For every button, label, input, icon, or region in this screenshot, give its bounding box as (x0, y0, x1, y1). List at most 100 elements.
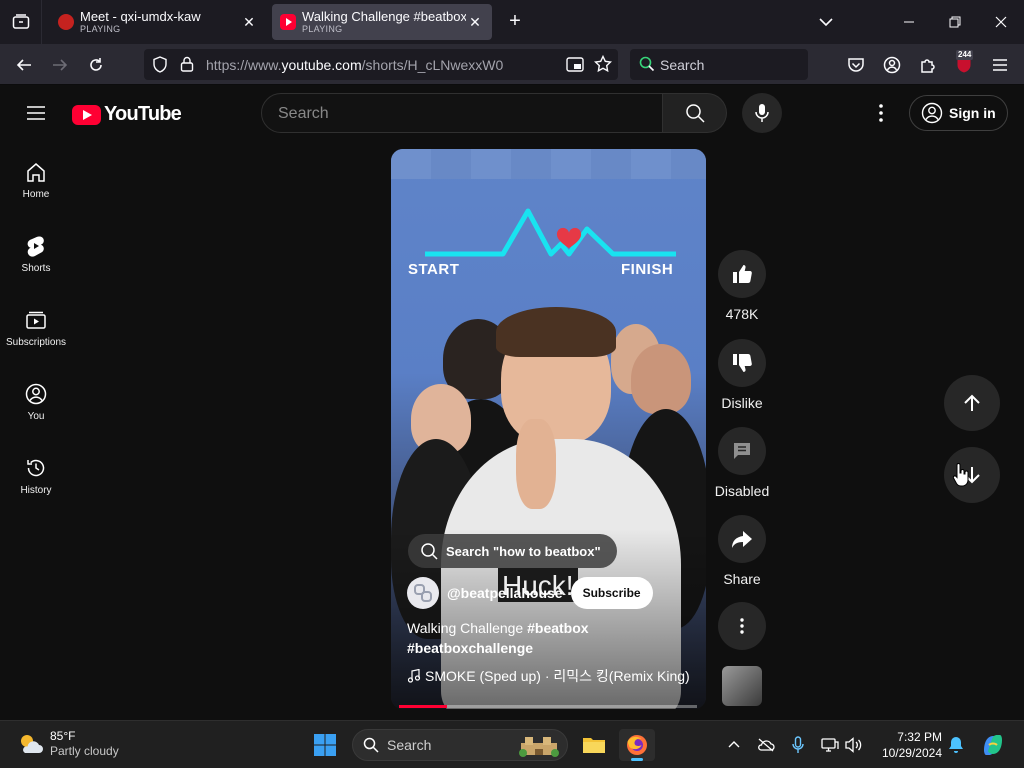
forward-arrow-icon (53, 59, 68, 71)
ceiling-background (391, 149, 706, 179)
you-icon (25, 383, 47, 405)
system-clock[interactable]: 7:32 PM 10/29/2024 (876, 729, 942, 761)
list-all-tabs-icon[interactable] (816, 12, 836, 32)
video-progress-bar[interactable] (399, 705, 697, 708)
sidebar-item-shorts[interactable]: Shorts (0, 215, 72, 289)
bookmark-star-icon[interactable] (594, 55, 612, 73)
copilot-button[interactable] (980, 732, 1006, 758)
share-arrow-icon (732, 531, 752, 548)
back-button[interactable] (11, 52, 37, 78)
show-hidden-icons-button[interactable] (724, 735, 744, 755)
search-icon (421, 543, 438, 560)
share-label: Share (723, 571, 761, 587)
speaker-icon (58, 14, 74, 30)
hashtag-link[interactable]: #beatboxchallenge (407, 640, 533, 656)
like-button[interactable] (718, 250, 766, 298)
taskbar-search-box[interactable]: Search (352, 729, 568, 761)
restore-icon[interactable] (932, 0, 978, 44)
youtube-search-button[interactable] (663, 93, 727, 133)
network-button[interactable] (820, 735, 840, 755)
url-domain: youtube.com (281, 57, 362, 73)
youtube-play-logo-icon (72, 104, 101, 125)
history-icon (27, 459, 45, 477)
close-window-icon[interactable] (978, 0, 1024, 44)
subscribe-button[interactable]: Subscribe (570, 577, 653, 609)
hamburger-menu-icon (27, 106, 45, 120)
youtube-logo[interactable]: YouTube (72, 103, 182, 126)
account-icon (883, 56, 901, 74)
short-video-player[interactable]: START FINISH Huck! Search "how to beatbo… (391, 149, 706, 709)
channel-handle[interactable]: @beatpellahouse (447, 585, 563, 601)
music-note-icon (407, 669, 421, 683)
chevron-up-icon (728, 741, 740, 748)
volume-button[interactable] (844, 735, 864, 755)
sidebar-item-subscriptions[interactable]: Subscriptions (0, 289, 72, 363)
search-icon (685, 104, 705, 123)
settings-more-button[interactable] (866, 98, 896, 128)
clock-date: 10/29/2024 (881, 746, 942, 760)
notifications-button[interactable] (946, 735, 966, 755)
tab-status: PLAYING (302, 24, 343, 34)
shorts-icon (27, 236, 44, 257)
search-highlight-castle-icon (519, 737, 559, 757)
sound-thumbnail[interactable] (722, 666, 762, 706)
tab-overview-button[interactable] (0, 0, 42, 44)
taskbar-file-explorer[interactable] (576, 729, 612, 761)
start-button[interactable] (313, 733, 337, 757)
previous-short-button[interactable] (944, 375, 1000, 431)
close-tab-icon[interactable]: ✕ (240, 14, 258, 31)
youtube-mini-guide: Home Shorts Subscriptions You History (0, 141, 72, 719)
share-button[interactable] (718, 515, 766, 563)
forward-button[interactable] (47, 52, 73, 78)
picture-in-picture-icon[interactable] (566, 56, 584, 73)
clock-time: 7:32 PM (897, 730, 942, 744)
sidebar-item-you[interactable]: You (0, 363, 72, 437)
sidebar-item-history[interactable]: History (0, 437, 72, 511)
google-search-icon (639, 56, 655, 72)
video-title[interactable]: Walking Challenge #beatbox #beatboxchalle… (407, 618, 687, 658)
youtube-wordmark: YouTube (104, 103, 182, 125)
app-menu-button[interactable] (987, 52, 1013, 78)
weather-widget[interactable]: 85°F Partly cloudy (16, 729, 119, 759)
close-tab-icon[interactable]: ✕ (466, 14, 484, 31)
user-circle-icon (921, 102, 943, 124)
new-tab-icon[interactable]: + (504, 11, 526, 33)
search-suggestion-chip[interactable]: Search "how to beatbox" (408, 534, 617, 568)
sign-in-button[interactable]: Sign in (909, 95, 1008, 131)
copilot-icon (984, 735, 1002, 755)
reload-icon (90, 58, 102, 71)
thumbs-down-icon (733, 354, 752, 372)
tracking-protection-shield-icon[interactable] (152, 56, 168, 73)
taskbar-firefox[interactable] (619, 729, 655, 761)
extensions-button[interactable] (915, 52, 941, 78)
voice-search-button[interactable] (742, 93, 782, 133)
sound-title: SMOKE (Sped up) · 리믹스 킹(Remix King) (425, 668, 690, 684)
hashtag-link[interactable]: #beatbox (527, 620, 588, 636)
tab-meet[interactable]: Meet - qxi-umdx-kaw PLAYING ✕ (50, 4, 266, 40)
more-actions-button[interactable] (718, 602, 766, 650)
guide-menu-button[interactable] (20, 97, 52, 129)
address-bar[interactable]: https://www.youtube.com/shorts/H_cLNwexx… (144, 49, 618, 80)
account-button[interactable] (879, 52, 905, 78)
sound-link[interactable]: SMOKE (Sped up) · 리믹스 킹(Remix King) (407, 666, 690, 686)
sidebar-item-home[interactable]: Home (0, 141, 72, 215)
next-short-button[interactable] (944, 447, 1000, 503)
sidebar-item-label: Home (22, 189, 50, 200)
reload-button[interactable] (83, 52, 109, 78)
pocket-button[interactable] (843, 52, 869, 78)
vertical-dots-icon (879, 104, 883, 122)
microphone-icon (755, 104, 769, 122)
dislike-button[interactable] (718, 339, 766, 387)
lock-icon[interactable] (180, 56, 194, 72)
tab-youtube[interactable]: Walking Challenge #beatbox #b PLAYING ✕ (272, 4, 492, 40)
browser-search-bar[interactable]: Search (630, 49, 808, 80)
microphone-in-use-button[interactable] (788, 735, 808, 755)
url-text[interactable]: https://www.youtube.com/shorts/H_cLNwexx… (206, 57, 503, 73)
youtube-search-input[interactable]: Search (261, 93, 663, 133)
minimize-icon[interactable] (886, 0, 932, 44)
comments-button[interactable] (718, 427, 766, 475)
channel-avatar[interactable] (407, 577, 439, 609)
onedrive-status-button[interactable] (756, 735, 776, 755)
firefox-icon (627, 735, 647, 755)
taskbar-search-label: Search (387, 737, 432, 753)
